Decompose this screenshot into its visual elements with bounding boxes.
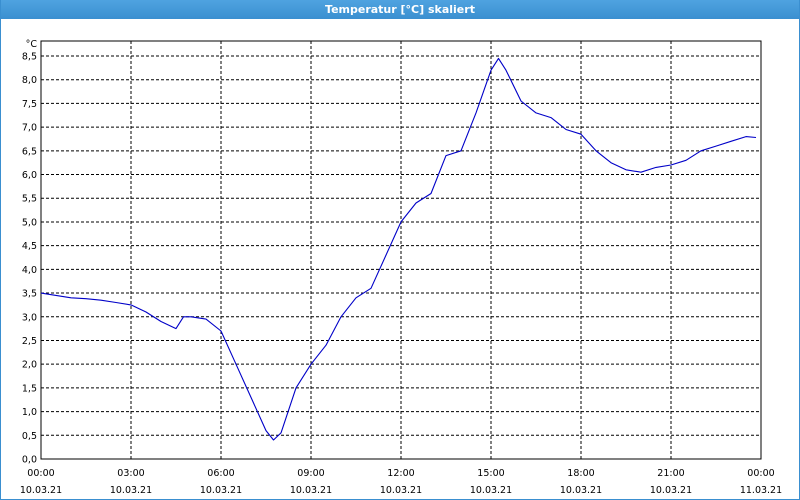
- y-tick-label: 8,5: [22, 52, 37, 63]
- x-tick-date: 10.03.21: [110, 485, 152, 496]
- x-tick-date: 10.03.21: [470, 485, 512, 496]
- x-tick-time: 00:00: [27, 468, 54, 479]
- x-tick-date: 10.03.21: [290, 485, 332, 496]
- chart-window: Temperatur [°C] skaliert 0,0 0,5 1,0 1,5 2,0…: [0, 0, 800, 500]
- y-tick-label: 6,5: [22, 146, 37, 157]
- x-tick-time: 21:00: [657, 468, 684, 479]
- x-tick-date: 10.03.21: [20, 485, 62, 496]
- y-tick-label: 1,0: [22, 407, 37, 418]
- y-tick-label: 2,0: [22, 360, 37, 371]
- y-tick-label: 7,5: [22, 99, 37, 110]
- x-tick-time: 03:00: [117, 468, 144, 479]
- y-tick-label: 6,0: [22, 170, 37, 181]
- y-tick-label: 7,0: [22, 123, 37, 134]
- x-tick-time: 15:00: [477, 468, 504, 479]
- y-tick-label: 5,0: [22, 217, 37, 228]
- x-tick-time: 12:00: [387, 468, 414, 479]
- y-tick-label: 0,0: [22, 455, 37, 466]
- y-axis-unit: °C: [26, 39, 38, 50]
- x-tick-date: 10.03.21: [200, 485, 242, 496]
- x-tick-date: 10.03.21: [650, 485, 692, 496]
- x-tick-date: 10.03.21: [380, 485, 422, 496]
- y-tick-label: 3,5: [22, 289, 37, 300]
- x-tick-time: 06:00: [207, 468, 234, 479]
- x-tick-time: 09:00: [297, 468, 324, 479]
- x-tick-date: 11.03.21: [740, 485, 782, 496]
- x-tick-date: 10.03.21: [560, 485, 602, 496]
- y-tick-label: 3,0: [22, 312, 37, 323]
- y-tick-label: 0,5: [22, 431, 37, 442]
- y-tick-label: 2,5: [22, 336, 37, 347]
- y-tick-label: 5,5: [22, 194, 37, 205]
- y-tick-label: 8,0: [22, 75, 37, 86]
- x-tick-time: 00:00: [747, 468, 774, 479]
- x-tick-time: 18:00: [567, 468, 594, 479]
- temperature-chart: 0,0 0,5 1,0 1,5 2,0 2,5 3,0 3,5 4,0 4,5 5,0 5,5 6,0 6…: [20, 39, 782, 496]
- y-tick-label: 4,5: [22, 241, 37, 252]
- y-tick-label: 4,0: [22, 265, 37, 276]
- y-tick-label: 1,5: [22, 383, 37, 394]
